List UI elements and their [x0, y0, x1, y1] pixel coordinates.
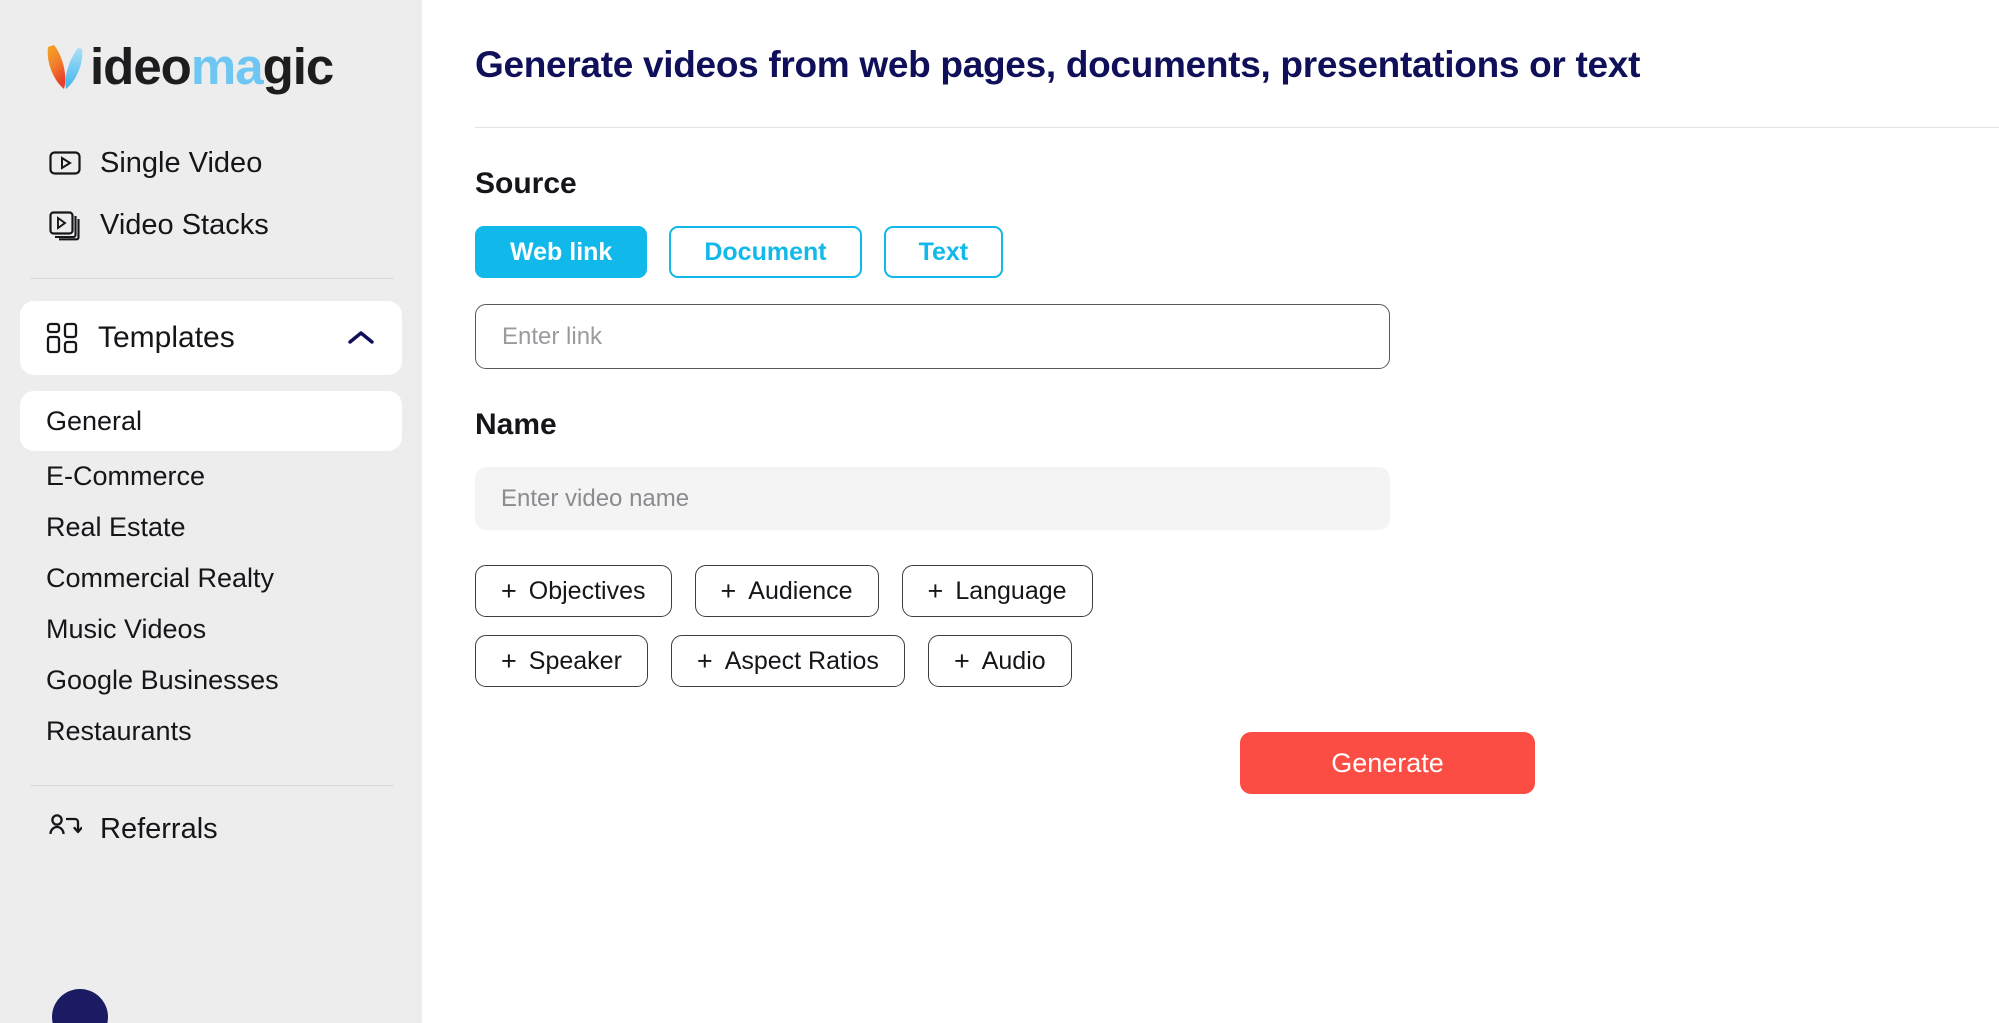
sidebar-item-templates[interactable]: Templates	[20, 301, 402, 375]
template-item-label: Commercial Realty	[46, 563, 275, 593]
template-item-label: Music Videos	[46, 614, 207, 644]
source-option-web-link[interactable]: Web link	[475, 226, 648, 278]
sidebar-divider	[30, 278, 394, 279]
option-chips-row-2: + Speaker + Aspect Ratios + Audio	[475, 635, 1999, 687]
sidebar-item-label: Referrals	[100, 812, 218, 845]
sidebar-item-referrals[interactable]: Referrals	[0, 812, 422, 846]
add-aspect-ratios-button[interactable]: + Aspect Ratios	[670, 635, 905, 687]
option-chips-row-1: + Objectives + Audience + Language	[475, 565, 1999, 617]
add-objectives-button[interactable]: + Objectives	[475, 565, 672, 617]
title-divider	[475, 127, 1999, 128]
source-option-label: Document	[704, 237, 827, 266]
generate-row: Generate	[475, 732, 1999, 794]
app-root: ideo ma gic Single Video Video Stacks Te…	[0, 0, 1999, 1023]
video-name-input[interactable]: Enter video name	[475, 467, 1390, 530]
logo[interactable]: ideo ma gic	[0, 0, 422, 132]
main-content: Generate videos from web pages, document…	[422, 0, 1999, 1023]
template-item-label: Real Estate	[46, 512, 186, 542]
template-item-music-videos[interactable]: Music Videos	[0, 604, 422, 655]
template-item-label: General	[46, 405, 143, 436]
template-item-commercial-realty[interactable]: Commercial Realty	[0, 553, 422, 604]
sidebar-divider-bottom	[30, 785, 394, 786]
chip-label: Objectives	[528, 576, 646, 605]
source-option-label: Text	[918, 237, 969, 266]
chip-label: Audience	[748, 576, 853, 605]
template-item-label: Google Businesses	[46, 665, 279, 695]
template-item-real-estate[interactable]: Real Estate	[0, 502, 422, 553]
option-chips: + Objectives + Audience + Language + Spe…	[475, 565, 1999, 687]
link-input-placeholder: Enter link	[502, 322, 603, 350]
template-item-label: E-Commerce	[46, 461, 206, 491]
chevron-up-icon[interactable]	[346, 328, 376, 348]
sidebar-item-video-stacks[interactable]: Video Stacks	[0, 194, 422, 256]
plus-icon: +	[696, 645, 713, 676]
plus-icon: +	[501, 645, 517, 676]
source-option-label: Web link	[510, 237, 613, 266]
grid-icon	[46, 322, 78, 354]
sidebar: ideo ma gic Single Video Video Stacks Te…	[0, 0, 422, 1023]
logo-text-gic: gic	[262, 37, 335, 95]
link-input[interactable]: Enter link	[475, 304, 1390, 369]
template-list: General E-Commerce Real Estate Commercia…	[0, 391, 422, 757]
chip-label: Audio	[981, 646, 1046, 675]
add-language-button[interactable]: + Language	[901, 565, 1093, 617]
template-item-general[interactable]: General	[20, 391, 402, 451]
video-stacks-icon	[49, 211, 80, 241]
logo-text-ma: ma	[190, 37, 264, 95]
generate-button[interactable]: Generate	[1240, 732, 1535, 794]
templates-label: Templates	[98, 321, 235, 354]
chip-label: Language	[955, 576, 1067, 605]
source-section-label: Source	[475, 167, 577, 200]
source-option-text[interactable]: Text	[883, 226, 1004, 278]
chip-label: Aspect Ratios	[724, 646, 879, 675]
plus-icon: +	[953, 645, 970, 676]
chip-label: Speaker	[528, 646, 622, 675]
template-item-google-businesses[interactable]: Google Businesses	[0, 655, 422, 706]
add-speaker-button[interactable]: + Speaker	[475, 635, 648, 687]
single-video-icon	[49, 151, 81, 175]
logo-text-ideo: ideo	[90, 37, 192, 95]
plus-icon: +	[720, 575, 737, 606]
logo-v-icon	[47, 45, 83, 89]
name-section-label: Name	[475, 408, 557, 441]
add-audience-button[interactable]: + Audience	[694, 565, 879, 617]
source-option-document[interactable]: Document	[669, 226, 862, 278]
video-name-input-placeholder: Enter video name	[501, 484, 690, 512]
sidebar-item-single-video[interactable]: Single Video	[0, 132, 422, 194]
avatar[interactable]	[52, 989, 108, 1023]
template-item-restaurants[interactable]: Restaurants	[0, 706, 422, 757]
add-audio-button[interactable]: + Audio	[927, 635, 1072, 687]
template-item-label: Restaurants	[46, 716, 192, 746]
template-item-e-commerce[interactable]: E-Commerce	[0, 451, 422, 502]
plus-icon: +	[927, 575, 944, 606]
sidebar-item-label: Video Stacks	[100, 208, 269, 241]
plus-icon: +	[501, 575, 517, 606]
sidebar-item-label: Single Video	[100, 146, 263, 179]
page-title: Generate videos from web pages, document…	[475, 44, 1641, 85]
referrals-icon	[49, 814, 82, 835]
source-options: Web link Document Text	[475, 226, 1999, 278]
